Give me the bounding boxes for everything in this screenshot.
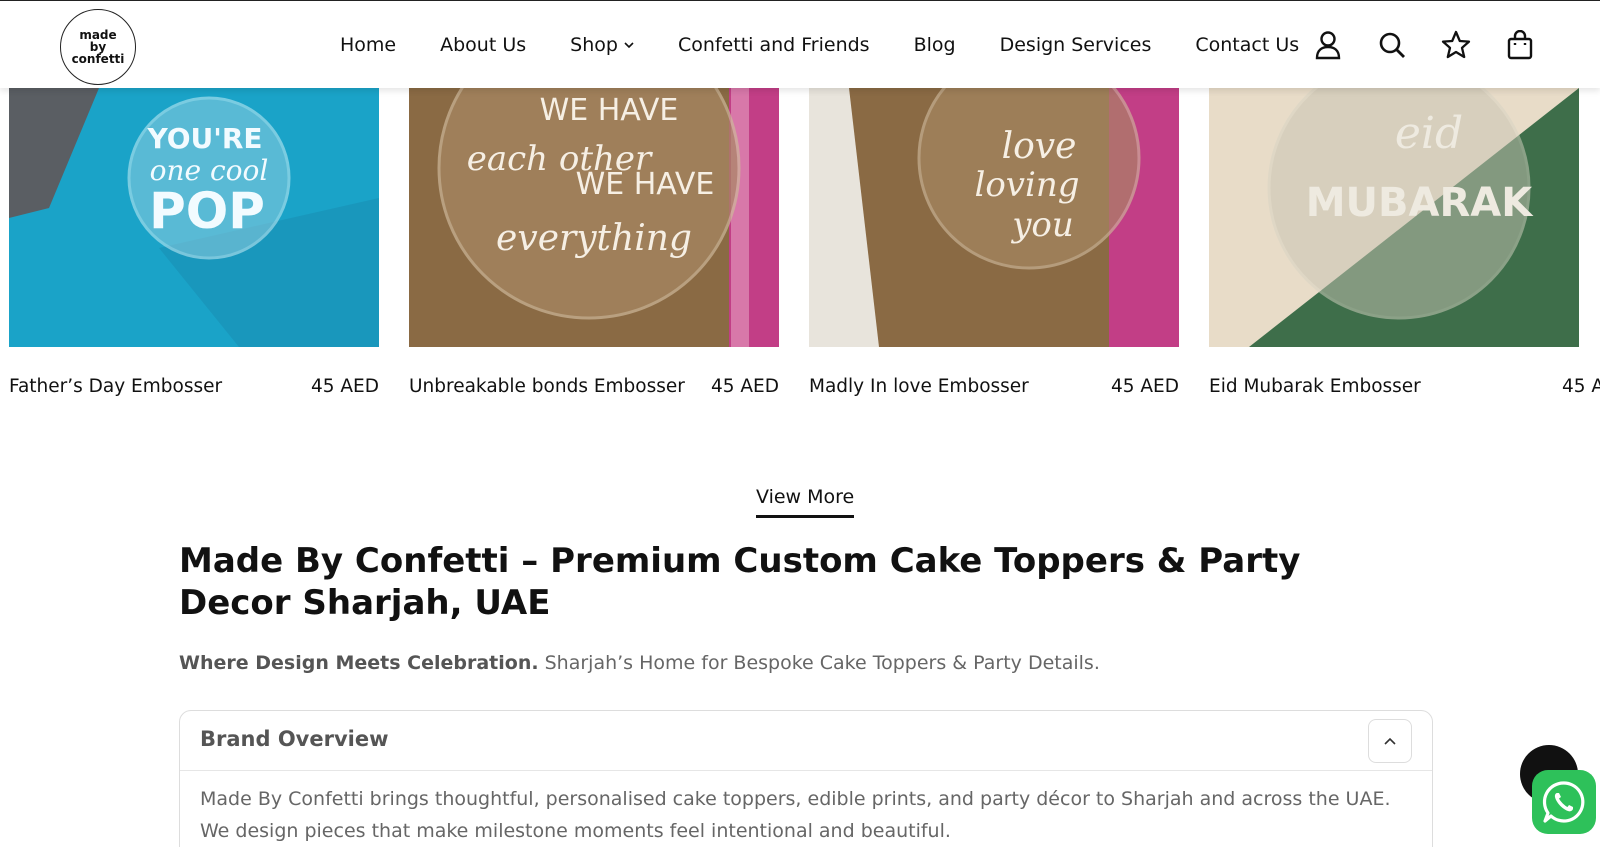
logo[interactable]: made by confetti <box>60 9 136 85</box>
nav-shop-label: Shop <box>570 34 618 56</box>
product-card[interactable]: YOU'RE one cool POP Father’s Day Embosse… <box>9 88 379 397</box>
nav-confetti-and-friends[interactable]: Confetti and Friends <box>678 34 870 56</box>
product-image[interactable]: love loving you <box>809 88 1179 347</box>
accordion-toggle-button[interactable] <box>1368 719 1412 763</box>
bag-icon[interactable] <box>1502 27 1538 63</box>
star-icon[interactable] <box>1438 27 1474 63</box>
tagline-bold: Where Design Meets Celebration. <box>179 652 539 674</box>
product-image-text-1: eid <box>1395 108 1463 159</box>
whatsapp-icon <box>1542 781 1585 823</box>
product-image-text-1: YOU'RE <box>146 122 262 155</box>
nav-shop[interactable]: Shop <box>570 34 634 56</box>
product-name[interactable]: Eid Mubarak Embosser <box>1209 376 1421 397</box>
accordion-header[interactable]: Brand Overview <box>180 711 1432 771</box>
product-info: Father’s Day Embosser 45 AED <box>9 376 379 397</box>
chevron-up-icon <box>1384 737 1396 745</box>
product-name[interactable]: Father’s Day Embosser <box>9 376 222 397</box>
product-image-text-3: WE HAVE <box>576 167 715 202</box>
main-nav: Home About Us Shop Confetti and Friends … <box>340 1 1343 89</box>
tagline: Where Design Meets Celebration. Sharjah’… <box>179 652 1100 674</box>
product-info: Madly In love Embosser 45 AED <box>809 376 1179 397</box>
tagline-text: Sharjah’s Home for Bespoke Cake Toppers … <box>538 652 1100 674</box>
page-title: Made By Confetti – Premium Custom Cake T… <box>179 541 1301 623</box>
chevron-down-icon <box>624 41 634 49</box>
accordion-body: Made By Confetti brings thoughtful, pers… <box>200 788 1391 842</box>
product-image-text-2: loving <box>974 165 1079 205</box>
product-info: Eid Mubarak Embosser 45 AED <box>1209 376 1600 397</box>
view-more-link[interactable]: View More <box>756 486 855 518</box>
product-image-text-4: everything <box>496 218 692 259</box>
product-image-text-3: POP <box>149 182 265 240</box>
nav-contact-us[interactable]: Contact Us <box>1195 34 1299 56</box>
site-header: made by confetti Home About Us Shop Conf… <box>0 0 1600 88</box>
brand-overview-accordion: Brand Overview Made By Confetti brings t… <box>179 710 1433 847</box>
product-image-text-3: you <box>1010 205 1074 245</box>
search-icon[interactable] <box>1374 27 1410 63</box>
user-icon[interactable] <box>1310 27 1346 63</box>
product-image-text-1: WE HAVE <box>540 93 679 128</box>
accordion-title: Brand Overview <box>200 727 389 751</box>
product-image-text-2: MUBARAK <box>1306 180 1534 226</box>
product-info: Unbreakable bonds Embosser 45 AED <box>409 376 779 397</box>
nav-design-label: Design Services <box>999 34 1152 56</box>
header-icons <box>1310 27 1566 63</box>
nav-contact-label: Contact Us <box>1195 34 1300 56</box>
nav-home[interactable]: Home <box>340 34 396 56</box>
product-image-text-1: love <box>1002 126 1077 167</box>
nav-about-label: About Us <box>440 34 527 56</box>
product-name[interactable]: Madly In love Embosser <box>809 376 1029 397</box>
whatsapp-button[interactable] <box>1532 770 1596 834</box>
product-card[interactable]: love loving you Madly In love Embosser 4… <box>809 88 1179 397</box>
nav-about-us[interactable]: About Us <box>440 34 526 56</box>
product-image[interactable]: eid MUBARAK <box>1209 88 1579 347</box>
product-price: 45 AED <box>1561 376 1600 397</box>
product-card[interactable]: WE HAVE each other WE HAVE everything Un… <box>409 88 779 397</box>
product-image[interactable]: YOU'RE one cool POP <box>9 88 379 347</box>
product-price: 45 AED <box>310 376 379 397</box>
nav-confetti-label: Confetti and Friends <box>677 34 870 56</box>
product-image[interactable]: WE HAVE each other WE HAVE everything <box>409 88 779 347</box>
logo-text: made by confetti <box>71 28 125 66</box>
nav-design-services[interactable]: Design Services <box>1000 34 1152 56</box>
product-price: 45 AED <box>1110 376 1179 397</box>
product-price: 45 AED <box>710 376 779 397</box>
product-name[interactable]: Unbreakable bonds Embosser <box>409 376 685 397</box>
nav-blog-label: Blog <box>913 34 956 56</box>
nav-home-label: Home <box>340 34 397 56</box>
nav-blog[interactable]: Blog <box>914 34 956 56</box>
product-card[interactable]: eid MUBARAK Eid Mubarak Embosser 45 AED <box>1209 88 1600 397</box>
